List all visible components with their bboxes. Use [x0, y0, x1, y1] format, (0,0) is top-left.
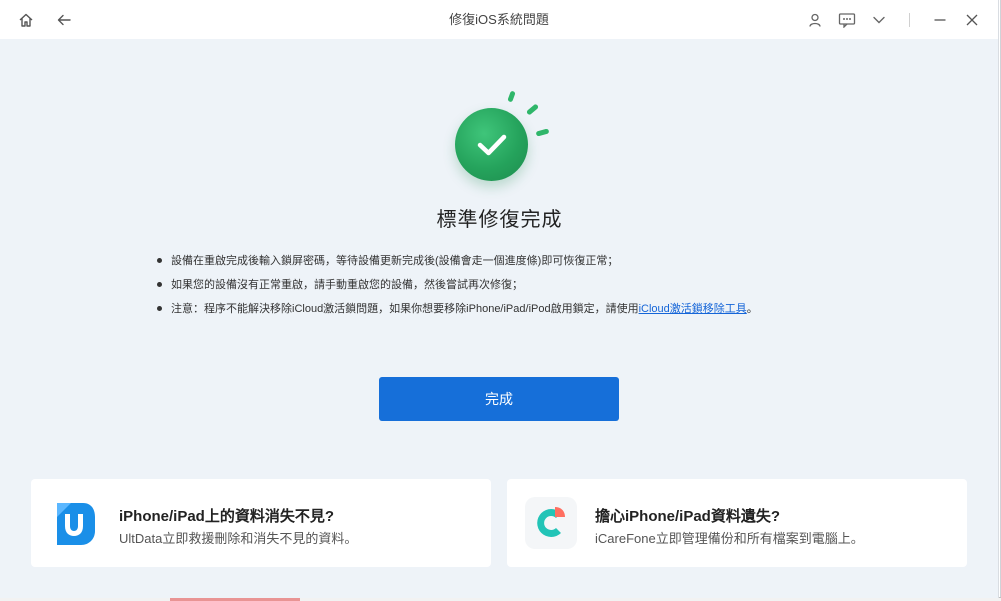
- chevron-down-icon[interactable]: [867, 8, 891, 32]
- bullet-icon: [157, 306, 162, 311]
- close-icon[interactable]: [960, 8, 984, 32]
- promo-card-icarefone[interactable]: 擔心iPhone/iPad資料遺失? iCareFone立即管理備份和所有檔案到…: [507, 479, 967, 567]
- instruction-item: 注意：程序不能解決移除iCloud激活鎖問題，如果你想要移除iPhone/iPa…: [157, 301, 877, 325]
- title-bar: 修復iOS系統問題: [0, 0, 998, 39]
- bullet-icon: [157, 282, 162, 287]
- title-bar-right: [803, 0, 984, 39]
- title-bar-left: [14, 0, 76, 39]
- instruction-item: 如果您的設備沒有正常重啟，請手動重啟您的設備，然後嘗試再次修復；: [157, 277, 877, 301]
- check-circle-icon: [440, 84, 560, 194]
- minimize-icon[interactable]: [928, 8, 952, 32]
- instruction-text: 注意：程序不能解決移除iCloud激活鎖問題，如果你想要移除iPhone/iPa…: [171, 303, 639, 315]
- instruction-text: 設備在重啟完成後輸入鎖屏密碼，等待設備更新完成後(設備會走一個進度條)即可恢復正…: [171, 255, 619, 267]
- instruction-item: 設備在重啟完成後輸入鎖屏密碼，等待設備更新完成後(設備會走一個進度條)即可恢復正…: [157, 253, 877, 277]
- repair-window: 修復iOS系統問題 標準修復完成 設備在重啟完成後輸入鎖屏密碼，等待設備更新完成…: [0, 0, 999, 598]
- instruction-suffix: 。: [746, 303, 758, 315]
- promo-card-subtitle: iCareFone立即管理備份和所有檔案到電腦上。: [595, 531, 864, 546]
- promo-card-ultdata[interactable]: iPhone/iPad上的資料消失不見? UltData立即救援刪除和消失不見的…: [31, 479, 491, 567]
- success-badge: [455, 108, 528, 181]
- bullet-icon: [157, 258, 162, 263]
- instruction-text: 如果您的設備沒有正常重啟，請手動重啟您的設備，然後嘗試再次修復；: [171, 279, 523, 291]
- done-button[interactable]: 完成: [379, 377, 619, 421]
- icarefone-logo-icon: [525, 497, 577, 549]
- user-icon[interactable]: [803, 8, 827, 32]
- title-bar-separator: [909, 12, 910, 27]
- sparkle-ray: [535, 128, 550, 137]
- status-heading: 標準修復完成: [436, 209, 563, 231]
- feedback-icon[interactable]: [835, 8, 859, 32]
- icloud-unlock-tool-link[interactable]: iCloud激活鎖移除工具: [639, 303, 747, 315]
- ultdata-logo-icon: [49, 497, 101, 549]
- home-icon[interactable]: [14, 8, 38, 32]
- sparkle-ray: [507, 90, 516, 103]
- promo-card-subtitle: UltData立即救援刪除和消失不見的資料。: [119, 531, 358, 546]
- back-arrow-icon[interactable]: [52, 8, 76, 32]
- promo-card-title: 擔心iPhone/iPad資料遺失?: [595, 508, 781, 525]
- sparkle-ray: [525, 103, 540, 116]
- promo-card-title: iPhone/iPad上的資料消失不見?: [119, 508, 335, 525]
- instruction-list: 設備在重啟完成後輸入鎖屏密碼，等待設備更新完成後(設備會走一個進度條)即可恢復正…: [157, 253, 877, 325]
